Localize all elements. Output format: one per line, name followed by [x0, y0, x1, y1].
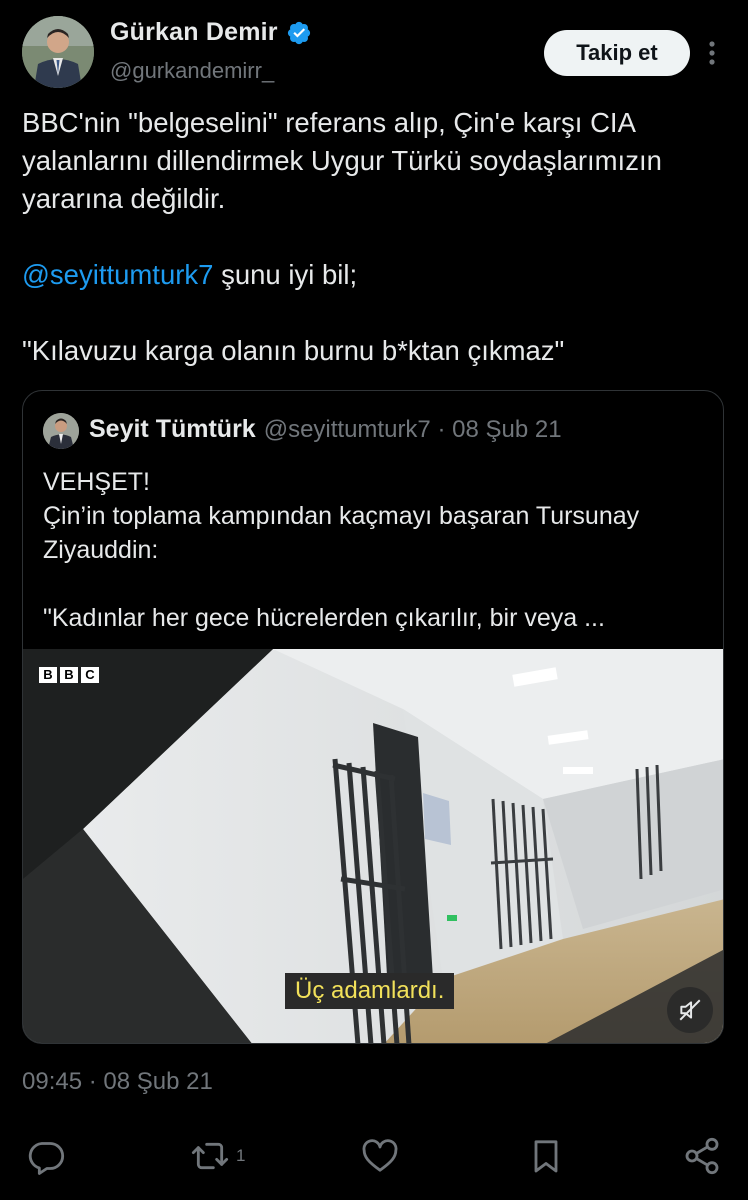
bookmark-icon	[534, 1140, 558, 1173]
quoted-author-name: Seyit Tümtürk	[89, 415, 256, 443]
share-icon	[685, 1137, 719, 1175]
tweet-paragraph-3: "Kılavuzu karga olanın burnu b*ktan çıkm…	[22, 335, 565, 366]
reply-icon	[28, 1142, 65, 1175]
verified-badge-icon	[287, 21, 310, 44]
quoted-author-meta: @seyittumturk7 · 08 Şub 21	[263, 416, 562, 443]
follow-button[interactable]: Takip et	[544, 30, 690, 76]
author-name-row: Gürkan Demir	[110, 18, 312, 47]
bbc-logo-letter: B	[39, 667, 57, 683]
tweet-paragraph-1: BBC'nin "belgeselini" referans alıp, Çin…	[22, 107, 662, 214]
tweet-text: BBC'nin "belgeselini" referans alıp, Çin…	[22, 104, 722, 370]
tweet-timestamp[interactable]: 09:45 · 08 Şub 21	[22, 1068, 213, 1096]
retweet-button[interactable]: 1	[190, 1134, 245, 1178]
timestamp-separator: ·	[88, 1068, 97, 1095]
tweet-date: 08 Şub 21	[103, 1068, 213, 1095]
tweet-paragraph-2: @seyittumturk7 şunu iyi bil;	[22, 256, 722, 294]
quoted-tweet-header: Seyit Tümtürk @seyittumturk7 · 08 Şub 21	[89, 415, 562, 444]
heart-icon	[362, 1139, 398, 1172]
reply-button[interactable]	[26, 1134, 66, 1178]
quoted-line-3: "Kadınlar her gece hücrelerden çıkarılır…	[43, 604, 605, 632]
author-avatar[interactable]	[22, 16, 94, 88]
quoted-author-avatar	[43, 413, 79, 449]
tweet-paragraph-2-text: şunu iyi bil;	[213, 259, 358, 290]
author-handle[interactable]: @gurkandemirr_	[110, 58, 274, 84]
quoted-line-2: Çin’in toplama kampından kaçmayı başaran…	[43, 502, 640, 564]
bbc-logo-letter: C	[81, 667, 99, 683]
bbc-logo-letter: B	[60, 667, 78, 683]
retweet-count: 1	[236, 1146, 246, 1165]
like-button[interactable]	[360, 1134, 400, 1178]
retweet-icon	[191, 1142, 229, 1170]
quoted-video[interactable]: B B C Üç adamlardı.	[23, 649, 723, 1043]
muted-speaker-icon	[679, 999, 701, 1021]
unmute-button[interactable]	[667, 987, 713, 1033]
quoted-tweet-text: VEHŞET! Çin’in toplama kampından kaçmayı…	[43, 465, 713, 635]
tweet: Gürkan Demir @gurkandemirr_ Takip et BBC…	[0, 0, 748, 1200]
share-button[interactable]	[682, 1134, 722, 1178]
bbc-logo: B B C	[39, 667, 99, 683]
quoted-tweet-card[interactable]: Seyit Tümtürk @seyittumturk7 · 08 Şub 21…	[22, 390, 724, 1044]
quoted-line-1: VEHŞET!	[43, 468, 150, 496]
mention-link[interactable]: @seyittumturk7	[22, 259, 213, 290]
tweet-time: 09:45	[22, 1068, 83, 1095]
bookmark-button[interactable]	[526, 1134, 566, 1178]
video-subtitle: Üç adamlardı.	[285, 973, 455, 1009]
author-display-name[interactable]: Gürkan Demir	[110, 18, 278, 47]
more-options-icon[interactable]	[700, 36, 724, 70]
